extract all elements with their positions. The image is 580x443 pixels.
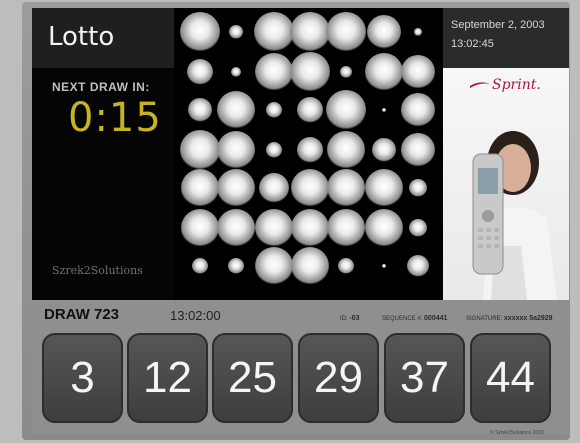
ball-light [291,247,329,285]
ball-light [187,59,213,85]
ball-light [367,15,401,49]
copyright-footer: © Szrek2Solutions 2003 [490,430,544,436]
ball-light [291,169,329,207]
page-title: Lotto [48,22,115,52]
drawn-number-3: 25 [212,333,293,423]
ball-light [327,169,365,207]
next-draw-label: NEXT DRAW IN: [52,80,150,94]
ball-light [217,209,255,247]
ball-light [228,258,244,274]
ball-light [217,91,255,129]
current-time: 13:02:45 [451,38,494,50]
ball-light [372,138,396,162]
ball-light [338,258,354,274]
ball-light [327,209,365,247]
ball-light [409,219,427,237]
ball-light [326,90,366,130]
ball-light [382,264,386,268]
ball-light [180,12,220,52]
drawn-number-4: 29 [298,333,379,423]
meta-sequence-label: SEQUENCE #: [382,316,423,322]
ball-light [229,25,243,39]
ball-light [231,67,241,77]
ball-light [365,209,403,247]
drawn-number-1: 3 [42,333,123,423]
ball-light [340,66,352,78]
ball-light [255,247,293,285]
draw-number: DRAW 723 [44,306,120,323]
ball-light [414,28,422,36]
ball-light [297,97,323,123]
ball-light [255,53,293,91]
ball-light [365,53,403,91]
meta-signature-label: SIGNATURE: [466,316,503,322]
ball-light [255,209,293,247]
countdown-timer: 0:15 [68,95,162,141]
ball-light [181,169,219,207]
ad-photo [472,131,557,300]
ball-light [259,173,289,203]
ball-light [290,52,330,92]
ball-light [254,12,294,52]
company-logo: Szrek2Solutions [52,264,143,277]
ball-light [401,93,435,127]
ball-light [181,209,219,247]
meta-signature-value: xxxxxx 5a2929 [503,315,553,322]
sprint-brand: Sprint. [492,77,541,93]
ball-light [297,137,323,163]
meta-sequence: SEQUENCE #: 000441 [382,315,447,322]
ball-light [409,179,427,197]
sprint-logo-icon [470,82,490,88]
ball-light [192,258,208,274]
ball-light [365,169,403,207]
ball-light [188,98,212,122]
ball-light [291,209,329,247]
drawn-number-2: 12 [127,333,208,423]
ball-light [180,130,220,170]
ball-light [382,108,386,112]
drawn-number-6: 44 [470,333,551,423]
ball-light [401,133,435,167]
ball-light [290,12,330,52]
ball-light [266,102,282,118]
meta-sequence-value: 000441 [424,315,448,322]
ball-light [217,131,255,169]
ball-light [326,12,366,52]
draw-time: 13:02:00 [170,308,221,323]
meta-signature: SIGNATURE: xxxxxx 5a2929 [466,315,553,322]
meta-id: ID: -03 [340,315,359,322]
advertisement-panel [443,68,569,300]
ball-light [266,142,282,158]
ball-light [327,131,365,169]
current-date: September 2, 2003 [451,19,545,31]
ball-light [407,255,429,277]
meta-id-label: ID: [340,316,348,322]
ball-light [401,55,435,89]
ball-light [217,169,255,207]
drawn-number-5: 37 [384,333,465,423]
meta-id-value: -03 [349,315,360,322]
ball-animation-grid [178,8,443,300]
